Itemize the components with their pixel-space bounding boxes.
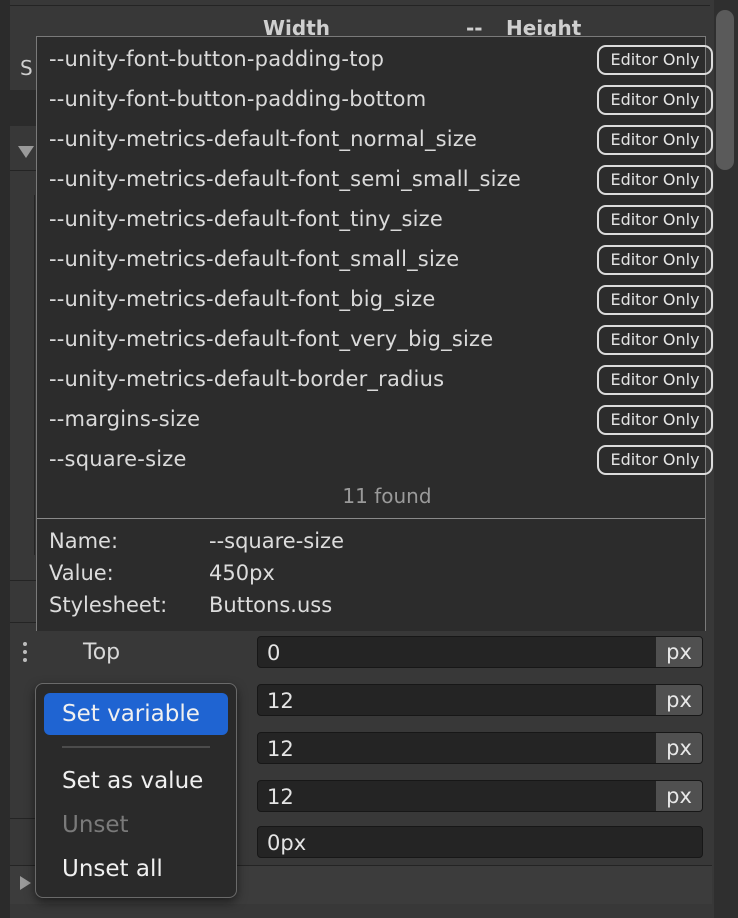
left-gutter — [0, 0, 10, 918]
editor-only-badge: Editor Only — [597, 445, 713, 475]
set-variable-menu-item[interactable]: Set variable — [44, 693, 228, 735]
field-1[interactable]: 12 px — [257, 684, 703, 716]
variable-row[interactable]: --unity-metrics-default-font_normal_size… — [37, 119, 713, 159]
detail-value: --square-size — [209, 529, 344, 553]
detail-value: Buttons.uss — [209, 593, 333, 617]
divider — [10, 622, 38, 623]
variable-name: --margins-size — [49, 407, 201, 431]
unit-dropdown[interactable]: px — [656, 733, 702, 763]
unset-all-menu-item[interactable]: Unset all — [44, 848, 228, 890]
top-field[interactable]: 0 px — [257, 636, 703, 668]
divider — [10, 580, 38, 581]
editor-only-badge: Editor Only — [597, 45, 713, 75]
variable-row[interactable]: --unity-metrics-default-font_small_size … — [37, 239, 713, 279]
variable-name: --unity-metrics-default-font_tiny_size — [49, 207, 443, 231]
header-block — [10, 90, 38, 126]
menu-item-label: Set as value — [62, 768, 204, 794]
foldout-expanded-icon[interactable] — [18, 146, 34, 158]
field-value: 0 — [267, 641, 281, 665]
field-2[interactable]: 12 px — [257, 732, 703, 764]
property-menu-icon[interactable] — [20, 640, 30, 666]
menu-separator — [62, 746, 210, 748]
menu-item-label: Unset all — [62, 856, 163, 882]
variable-name: --unity-metrics-default-font_normal_size — [49, 127, 478, 151]
variable-row[interactable]: --unity-font-button-padding-bottom Edito… — [37, 79, 713, 119]
unset-menu-item: Unset — [44, 804, 228, 846]
variable-name: --unity-metrics-default-font_big_size — [49, 287, 436, 311]
detail-key: Stylesheet: — [49, 593, 168, 617]
variable-row[interactable]: --unity-metrics-default-font_semi_small_… — [37, 159, 713, 199]
variable-row[interactable]: --unity-metrics-default-font_big_size Ed… — [37, 279, 713, 319]
editor-only-badge: Editor Only — [597, 165, 713, 195]
variable-name: --unity-metrics-default-border_radius — [49, 367, 445, 391]
editor-only-badge: Editor Only — [597, 245, 713, 275]
divider — [10, 5, 710, 6]
variable-name: --unity-metrics-default-font_semi_small_… — [49, 167, 521, 191]
scrollbar-thumb[interactable] — [716, 10, 734, 170]
variable-row[interactable]: --margins-size Editor Only — [37, 399, 713, 439]
variable-row[interactable]: --unity-font-button-padding-top Editor O… — [37, 39, 713, 79]
unit-dropdown[interactable]: px — [656, 637, 702, 667]
unit-dropdown[interactable]: px — [656, 685, 702, 715]
field-value: 12 — [267, 737, 294, 761]
editor-only-badge: Editor Only — [597, 365, 713, 395]
detail-key: Name: — [49, 529, 119, 553]
variable-popup: --unity-font-button-padding-top Editor O… — [36, 36, 713, 631]
variable-name: --unity-metrics-default-font_very_big_si… — [49, 327, 494, 351]
section-letter: S — [20, 56, 33, 80]
divider — [34, 195, 35, 555]
field-value: 12 — [267, 689, 294, 713]
menu-item-label: Set variable — [62, 701, 200, 727]
editor-only-badge: Editor Only — [597, 205, 713, 235]
divider — [10, 818, 38, 819]
menu-item-label: Unset — [62, 812, 129, 838]
unit-dropdown[interactable]: px — [656, 781, 702, 811]
set-as-value-menu-item[interactable]: Set as value — [44, 760, 228, 802]
detail-value: 450px — [209, 561, 275, 585]
variable-row[interactable]: --unity-metrics-default-border_radius Ed… — [37, 359, 713, 399]
field-value: 0px — [267, 831, 307, 855]
editor-only-badge: Editor Only — [597, 85, 713, 115]
editor-only-badge: Editor Only — [597, 285, 713, 315]
editor-only-badge: Editor Only — [597, 125, 713, 155]
variable-row[interactable]: --unity-metrics-default-font_very_big_si… — [37, 319, 713, 359]
foldout-collapsed-icon[interactable] — [20, 876, 31, 890]
results-count: 11 found — [342, 484, 432, 508]
editor-only-badge: Editor Only — [597, 325, 713, 355]
variable-row[interactable]: --unity-metrics-default-font_tiny_size E… — [37, 199, 713, 239]
field-4[interactable]: 0px — [257, 826, 703, 858]
divider — [10, 170, 38, 171]
detail-key: Value: — [49, 561, 114, 585]
variable-details: Name: --square-size Value: 450px Stylesh… — [37, 518, 705, 631]
field-value: 12 — [267, 785, 294, 809]
variable-name: --unity-metrics-default-font_small_size — [49, 247, 460, 271]
field-3[interactable]: 12 px — [257, 780, 703, 812]
context-menu: Set variable Set as value Unset Unset al… — [35, 683, 237, 898]
variable-name: --square-size — [49, 447, 187, 471]
editor-only-badge: Editor Only — [597, 405, 713, 435]
variable-name: --unity-font-button-padding-bottom — [49, 87, 427, 111]
variable-row[interactable]: --square-size Editor Only — [37, 439, 713, 479]
variable-name: --unity-font-button-padding-top — [49, 47, 385, 71]
property-label: Top — [83, 640, 121, 665]
